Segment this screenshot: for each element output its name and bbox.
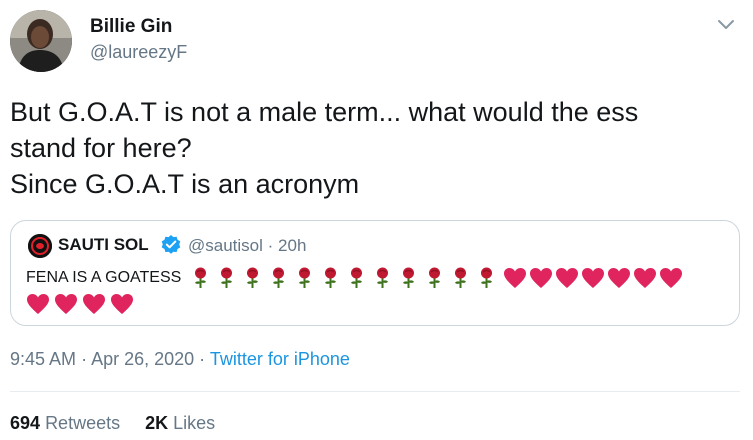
rose-emoji — [351, 267, 363, 288]
rose-emoji — [221, 267, 233, 288]
quoted-text-content: FENA IS A GOATESS — [26, 269, 182, 286]
quoted-author-name[interactable]: SAUTI SOL — [58, 235, 149, 255]
quoted-tweet[interactable]: SAUTI SOL @sautisol · 20h FENA IS A GOAT… — [10, 220, 740, 326]
author-handle[interactable]: @laureezyF — [90, 42, 187, 63]
rose-emoji-row — [191, 267, 503, 289]
red-heart-emoji — [55, 294, 77, 314]
likes-stat[interactable]: 2K Likes — [145, 413, 215, 433]
tweet-text-line: stand for here? — [10, 133, 192, 163]
quoted-avatar[interactable] — [28, 234, 52, 258]
heart-emoji-row — [26, 291, 726, 317]
rose-emoji — [377, 267, 389, 288]
meta-separator: · — [199, 349, 206, 369]
red-heart-emoji — [556, 268, 579, 288]
divider — [10, 391, 740, 392]
rose-emoji — [247, 267, 259, 288]
rose-emoji — [429, 267, 441, 288]
meta-separator: · — [267, 236, 274, 255]
rose-emoji — [481, 267, 493, 288]
rose-emoji — [325, 267, 337, 288]
tweet: Billie Gin @laureezyF But G.O.A.T is not… — [0, 0, 753, 440]
likes-label: Likes — [173, 413, 216, 433]
red-heart-emoji — [83, 294, 105, 314]
tweet-stats: 694 Retweets 2K Likes — [10, 413, 215, 434]
red-heart-emoji — [660, 268, 683, 288]
author-name[interactable]: Billie Gin — [90, 16, 172, 38]
tweet-text-line: But G.O.A.T is not a male term... what w… — [10, 97, 639, 127]
rose-emoji — [195, 267, 207, 288]
tweet-date[interactable]: Apr 26, 2020 — [91, 349, 194, 369]
retweets-label: Retweets — [45, 413, 121, 433]
rose-emoji — [299, 267, 311, 288]
tweet-source-link[interactable]: Twitter for iPhone — [210, 349, 350, 369]
quoted-text: FENA IS A GOATESS — [26, 267, 726, 317]
heart-emoji-row — [503, 267, 685, 289]
tweet-text: But G.O.A.T is not a male term... what w… — [10, 94, 730, 202]
red-heart-emoji — [582, 268, 605, 288]
meta-separator: · — [81, 349, 88, 369]
red-heart-emoji — [634, 268, 657, 288]
tweet-time[interactable]: 9:45 AM — [10, 349, 76, 369]
likes-count: 2K — [145, 413, 169, 433]
chevron-down-icon[interactable] — [717, 18, 735, 32]
tweet-text-line: Since G.O.A.T is an acronym — [10, 169, 360, 199]
red-heart-emoji — [608, 268, 631, 288]
red-heart-emoji — [530, 268, 553, 288]
rose-emoji — [273, 267, 285, 288]
retweets-count: 694 — [10, 413, 41, 433]
red-heart-emoji — [111, 294, 133, 314]
verified-badge-icon — [160, 234, 182, 256]
red-heart-emoji — [504, 268, 527, 288]
author-avatar[interactable] — [10, 10, 72, 72]
quoted-age[interactable]: 20h — [278, 236, 306, 255]
tweet-meta: 9:45 AM · Apr 26, 2020 · Twitter for iPh… — [10, 349, 350, 370]
retweets-stat[interactable]: 694 Retweets — [10, 413, 120, 433]
quoted-handle[interactable]: @sautisol — [188, 236, 263, 255]
rose-emoji — [455, 267, 467, 288]
red-heart-emoji — [27, 294, 49, 314]
quoted-meta: @sautisol · 20h — [188, 236, 306, 256]
rose-emoji — [403, 267, 415, 288]
